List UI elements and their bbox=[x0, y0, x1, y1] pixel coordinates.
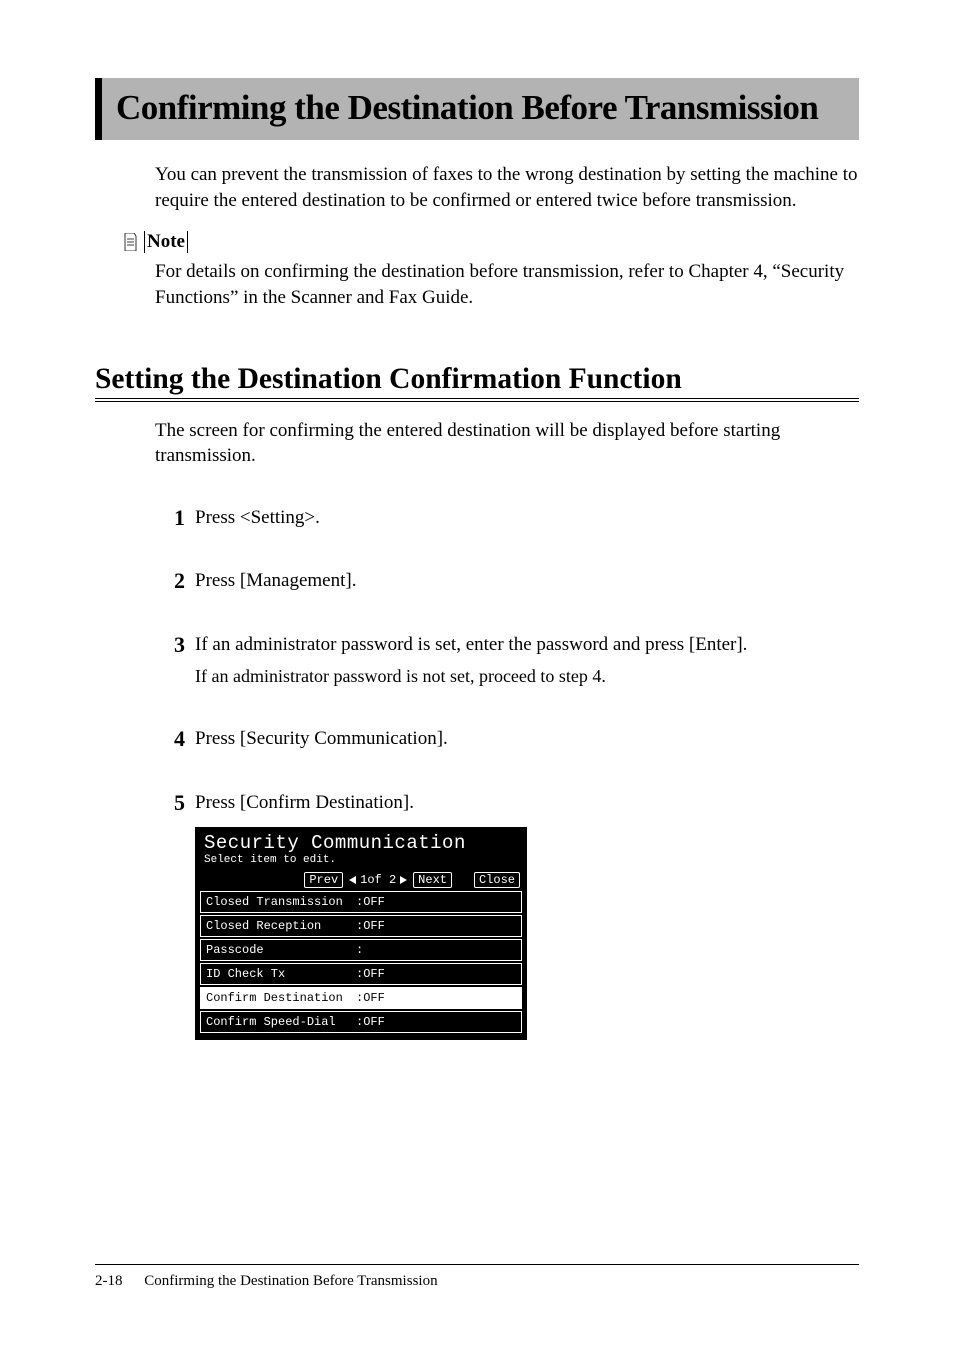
list-item-value: :OFF bbox=[356, 1015, 385, 1029]
list-item[interactable]: ID Check Tx :OFF bbox=[200, 963, 522, 985]
triangle-right-icon bbox=[400, 876, 407, 884]
lcd-page-label: 1of 2 bbox=[360, 873, 396, 887]
note-label: Note bbox=[144, 231, 188, 253]
list-item[interactable]: Confirm Destination :OFF bbox=[200, 987, 522, 1009]
steps-list: 1 Press <Setting>. 2 Press [Management].… bbox=[155, 505, 859, 816]
step-number: 4 bbox=[155, 726, 185, 751]
list-item[interactable]: Closed Transmission :OFF bbox=[200, 891, 522, 913]
list-item[interactable]: Confirm Speed-Dial :OFF bbox=[200, 1011, 522, 1033]
step-number: 3 bbox=[155, 632, 185, 657]
list-item-key: Closed Transmission bbox=[206, 895, 356, 909]
list-item-value: :OFF bbox=[356, 967, 385, 981]
lcd-title: Security Communication bbox=[204, 832, 518, 854]
note-header: Note bbox=[123, 231, 859, 253]
list-item-key: Confirm Speed-Dial bbox=[206, 1015, 356, 1029]
prev-button[interactable]: Prev bbox=[304, 872, 343, 888]
list-item[interactable]: Passcode : bbox=[200, 939, 522, 961]
lcd-page-indicator: 1of 2 bbox=[347, 873, 409, 887]
triangle-left-icon bbox=[349, 876, 356, 884]
page-title-bar: Confirming the Destination Before Transm… bbox=[95, 78, 859, 140]
next-button[interactable]: Next bbox=[413, 872, 452, 888]
list-item-key: Passcode bbox=[206, 943, 356, 957]
list-item-key: Closed Reception bbox=[206, 919, 356, 933]
lcd-screen: Security Communication Select item to ed… bbox=[195, 827, 527, 1040]
step-text: Press <Setting>. bbox=[195, 505, 859, 531]
list-item-key: Confirm Destination bbox=[206, 991, 356, 1005]
step-number: 2 bbox=[155, 568, 185, 593]
lcd-header: Security Communication Select item to ed… bbox=[198, 830, 524, 870]
note-icon bbox=[123, 233, 138, 251]
section-heading: Setting the Destination Confirmation Fun… bbox=[95, 363, 859, 402]
step-text: Press [Management]. bbox=[195, 568, 859, 594]
list-item-value: : bbox=[356, 943, 363, 957]
intro-text: You can prevent the transmission of faxe… bbox=[155, 162, 859, 213]
page-title: Confirming the Destination Before Transm… bbox=[116, 88, 845, 128]
list-item-value: :OFF bbox=[356, 991, 385, 1005]
step-4: 4 Press [Security Communication]. bbox=[155, 726, 859, 752]
list-item-value: :OFF bbox=[356, 895, 385, 909]
footer-page-number: 2-18 bbox=[95, 1273, 123, 1289]
step-number: 5 bbox=[155, 790, 185, 815]
step-number: 1 bbox=[155, 505, 185, 530]
lcd-list: Closed Transmission :OFF Closed Receptio… bbox=[198, 891, 524, 1037]
step-subtext: If an administrator password is not set,… bbox=[195, 664, 859, 688]
step-text: Press [Security Communication]. bbox=[195, 726, 859, 752]
step-3: 3 If an administrator password is set, e… bbox=[155, 632, 859, 688]
page-footer: 2-18 Confirming the Destination Before T… bbox=[95, 1264, 859, 1290]
lcd-nav: Prev 1of 2 Next Close bbox=[198, 870, 524, 891]
step-text-main: If an administrator password is set, ent… bbox=[195, 634, 747, 655]
close-button[interactable]: Close bbox=[474, 872, 520, 888]
step-text: Press [Confirm Destination]. bbox=[195, 790, 859, 816]
footer-title: Confirming the Destination Before Transm… bbox=[144, 1273, 437, 1289]
note-body: For details on confirming the destinatio… bbox=[155, 259, 859, 310]
lcd-subtitle: Select item to edit. bbox=[204, 854, 518, 866]
step-5: 5 Press [Confirm Destination]. bbox=[155, 790, 859, 816]
list-item[interactable]: Closed Reception :OFF bbox=[200, 915, 522, 937]
step-2: 2 Press [Management]. bbox=[155, 568, 859, 594]
list-item-value: :OFF bbox=[356, 919, 385, 933]
step-1: 1 Press <Setting>. bbox=[155, 505, 859, 531]
step-text: If an administrator password is set, ent… bbox=[195, 632, 859, 688]
section-intro: The screen for confirming the entered de… bbox=[155, 418, 859, 469]
list-item-key: ID Check Tx bbox=[206, 967, 356, 981]
